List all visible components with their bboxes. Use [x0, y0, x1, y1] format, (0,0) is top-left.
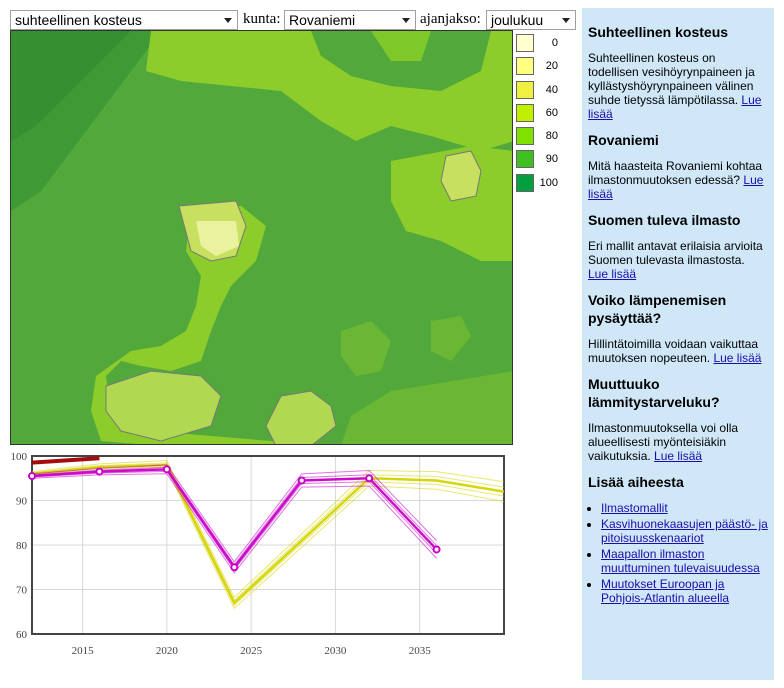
series-point	[162, 465, 171, 474]
legend-swatch	[516, 80, 534, 99]
map-image	[11, 31, 512, 444]
sidebar-section-text: Eri mallit antavat erilaisia arvioita Su…	[588, 239, 763, 281]
more-topics-item: Muutokset Euroopan ja Pohjois-Atlantin a…	[601, 577, 768, 605]
legend-label: 90	[545, 153, 558, 166]
legend-label: 40	[545, 83, 558, 96]
series-point	[365, 474, 374, 483]
read-more-link[interactable]: Lue lisää	[588, 267, 636, 281]
legend-item: 0	[516, 32, 566, 55]
sidebar-section-title: Muuttuuko lämmitystarveluku?	[588, 376, 720, 410]
y-tick-label: 60	[16, 629, 28, 641]
ajanjakso-select[interactable]: joulukuu	[486, 10, 576, 30]
humidity-map[interactable]	[10, 30, 513, 445]
read-more-link[interactable]: Lue lisää	[654, 449, 702, 463]
chart-svg: 2015 2020 2025 2030 2035 60 70 80 90 100	[11, 451, 505, 657]
more-topics-item: Kasvihuonekaasujen päästö- ja pitoisuuss…	[601, 517, 768, 545]
legend-swatch	[516, 103, 534, 122]
map-legend: 0 20 40 60 80 90 100	[516, 32, 566, 195]
more-topics-link[interactable]: Muutokset Euroopan ja Pohjois-Atlantin a…	[601, 577, 729, 605]
legend-swatch	[516, 127, 534, 146]
series-point	[432, 545, 441, 554]
more-topics-list: Ilmastomallit Kasvihuonekaasujen päästö- …	[588, 501, 768, 605]
sidebar-section-title: Suhteellinen kosteus	[588, 24, 729, 40]
sidebar-section-title: Voiko lämpenemisen pysäyttää?	[588, 292, 727, 326]
legend-item: 20	[516, 55, 566, 78]
legend-item: 60	[516, 102, 566, 125]
ajanjakso-select-value: joulukuu	[491, 12, 544, 28]
y-tick-label: 100	[11, 451, 28, 463]
y-tick-label: 80	[16, 540, 28, 552]
legend-swatch	[516, 57, 534, 76]
more-topics-link[interactable]: Maapallon ilmaston muuttuminen tulevaisu…	[601, 547, 760, 575]
more-topics-item: Ilmastomallit	[601, 501, 768, 515]
x-tick-label: 2035	[409, 645, 432, 657]
legend-swatch	[516, 34, 534, 52]
legend-item: 40	[516, 79, 566, 102]
legend-item: 100	[516, 172, 566, 195]
series-point	[230, 563, 239, 572]
kunta-select-value: Rovaniemi	[289, 12, 356, 28]
chevron-down-icon	[399, 11, 413, 29]
more-topics-item: Maapallon ilmaston muuttuminen tulevaisu…	[601, 547, 768, 575]
sidebar-section-text: Ilmastonmuutoksella voi olla alueellises…	[588, 421, 739, 463]
series-line	[31, 462, 505, 602]
read-more-link[interactable]: Lue lisää	[588, 93, 761, 121]
legend-item: 80	[516, 125, 566, 148]
kunta-label: kunta:	[243, 11, 281, 27]
chevron-down-icon	[221, 11, 235, 29]
kunta-select[interactable]: Rovaniemi	[284, 10, 416, 30]
series-line	[31, 468, 505, 610]
series-point	[28, 472, 36, 481]
legend-item: 90	[516, 148, 566, 171]
legend-label: 60	[545, 106, 558, 119]
sidebar-section-text: Suhteellinen kosteus on todellisen vesih…	[588, 51, 762, 121]
legend-label: 0	[551, 37, 558, 49]
more-topics-link[interactable]: Kasvihuonekaasujen päästö- ja pitoisuuss…	[601, 517, 768, 545]
series-line	[31, 466, 437, 566]
sidebar-section-text: Hillintätoimilla voidaan vaikuttaa muuto…	[588, 337, 762, 365]
humidity-chart: 2015 2020 2025 2030 2035 60 70 80 90 100	[0, 448, 520, 668]
legend-swatch	[516, 173, 534, 192]
series-line	[31, 468, 438, 570]
legend-label: 100	[539, 176, 558, 189]
variable-select-value: suhteellinen kosteus	[15, 12, 142, 28]
y-tick-label: 70	[16, 585, 28, 597]
legend-swatch	[516, 150, 534, 169]
read-more-link[interactable]: Lue lisää	[588, 173, 763, 201]
series-line	[31, 466, 505, 607]
sidebar-section-title: Rovaniemi	[588, 132, 659, 148]
chevron-down-icon	[559, 11, 573, 29]
x-tick-label: 2020	[156, 645, 179, 657]
read-more-link[interactable]: Lue lisää	[713, 351, 761, 365]
sidebar-section-text: Mitä haasteita Rovaniemi kohtaa ilmaston…	[588, 159, 764, 201]
x-tick-label: 2025	[240, 645, 263, 657]
info-sidebar: Suhteellinen kosteus Suhteellinen kosteus…	[582, 8, 774, 680]
y-tick-label: 90	[16, 496, 28, 508]
ajanjakso-label: ajanjakso:	[420, 11, 481, 27]
series-line	[31, 463, 505, 605]
more-topics-title: Lisää aiheesta	[588, 474, 684, 490]
legend-label: 20	[545, 60, 558, 73]
series-line	[31, 456, 100, 465]
legend-label: 80	[545, 130, 558, 143]
more-topics-link[interactable]: Ilmastomallit	[601, 501, 668, 515]
x-tick-label: 2030	[324, 645, 347, 657]
series-point	[297, 476, 306, 485]
sidebar-section-title: Suomen tuleva ilmasto	[588, 212, 741, 228]
series-point	[95, 467, 104, 476]
x-tick-label: 2015	[72, 645, 95, 657]
variable-select[interactable]: suhteellinen kosteus	[10, 10, 238, 30]
